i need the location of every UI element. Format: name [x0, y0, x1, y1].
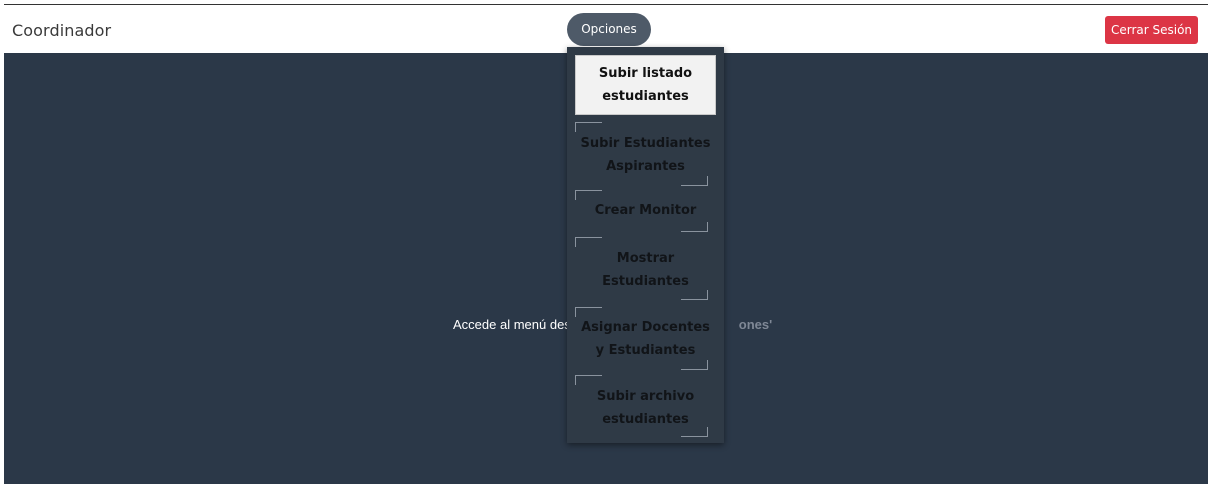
corner-bracket-icon	[681, 427, 708, 437]
corner-bracket-icon	[575, 307, 602, 317]
menu-item-line: Aspirantes	[606, 159, 685, 174]
corner-bracket-icon	[681, 290, 708, 300]
menu-item-subir-archivo-estudiantes[interactable]: Subir archivo estudiantes	[575, 375, 716, 437]
brand-title: Coordinador	[12, 21, 112, 40]
options-dropdown-button[interactable]: Opciones	[567, 13, 651, 46]
menu-item-mostrar-estudiantes[interactable]: Mostrar Estudiantes	[575, 237, 716, 300]
menu-item-line: Subir archivo	[596, 389, 695, 404]
menu-item-line: y Estudiantes	[595, 343, 696, 358]
corner-bracket-icon	[681, 176, 708, 186]
menu-item-line: estudiantes	[602, 89, 689, 104]
menu-item-line: Subir listado	[598, 66, 693, 81]
menu-item-subir-estudiantes-aspirantes[interactable]: Subir Estudiantes Aspirantes	[575, 122, 716, 186]
corner-bracket-icon	[575, 375, 602, 385]
options-dropdown-menu: Subir listado estudiantes Subir Estudian…	[567, 47, 724, 443]
menu-item-crear-monitor[interactable]: Crear Monitor	[575, 190, 716, 232]
menu-item-asignar-docentes-estudiantes[interactable]: Asignar Docentes y Estudiantes	[575, 307, 716, 370]
menu-item-line: Mostrar	[616, 251, 675, 266]
menu-item-line: Subir Estudiantes	[580, 136, 711, 151]
menu-item-line: Crear Monitor	[594, 203, 697, 218]
corner-bracket-icon	[575, 190, 602, 200]
corner-bracket-icon	[681, 360, 708, 370]
menu-item-line: Asignar Docentes	[581, 320, 710, 335]
menu-hint-prefix: Accede al menú des	[453, 317, 571, 332]
corner-bracket-icon	[575, 122, 602, 132]
menu-item-subir-listado-estudiantes[interactable]: Subir listado estudiantes	[575, 55, 716, 115]
menu-hint-suffix: ones'	[738, 317, 773, 332]
corner-bracket-icon	[575, 237, 602, 247]
corner-bracket-icon	[681, 222, 708, 232]
page: Coordinador Opciones Cerrar Sesión Acced…	[0, 0, 1208, 484]
navbar: Coordinador Opciones Cerrar Sesión	[4, 5, 1208, 53]
logout-button[interactable]: Cerrar Sesión	[1105, 16, 1198, 44]
